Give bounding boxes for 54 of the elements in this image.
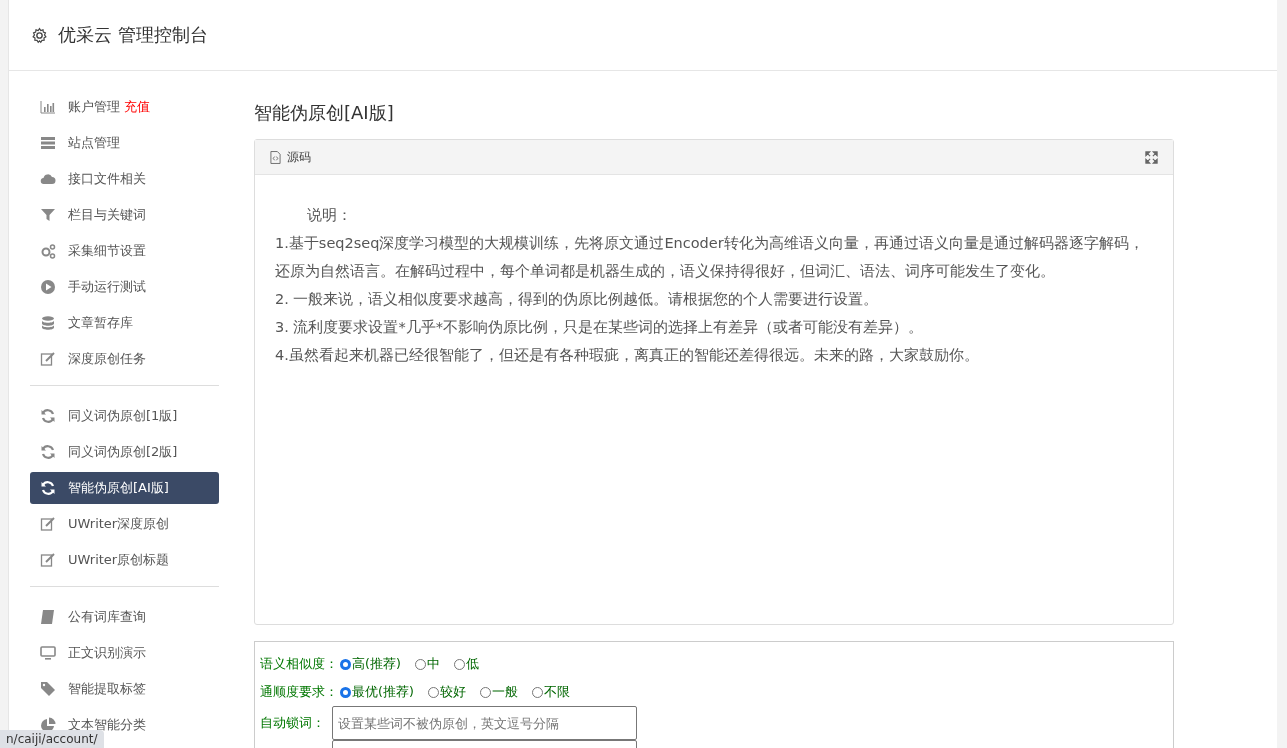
- server-icon: [40, 135, 56, 151]
- console-title: 优采云 管理控制台: [58, 23, 208, 47]
- monitor-icon: [40, 645, 56, 661]
- sidebar-item[interactable]: 采集细节设置: [30, 235, 219, 267]
- refresh-icon: [40, 480, 56, 496]
- radio-option[interactable]: 中: [414, 655, 440, 673]
- sidebar-item[interactable]: 正文识别演示: [30, 637, 219, 669]
- cloud-icon: [40, 171, 56, 187]
- edit-icon: [40, 516, 56, 532]
- option-label: 通顺度要求：: [260, 683, 338, 701]
- sidebar-item[interactable]: UWriter原创标题: [30, 544, 219, 576]
- filter-icon: [40, 207, 56, 223]
- bars-icon: [40, 99, 56, 115]
- code-file-icon: [270, 150, 281, 164]
- sidebar-item[interactable]: 文章暂存库: [30, 307, 219, 339]
- source-tab[interactable]: 源码: [270, 148, 311, 166]
- sidebar-item[interactable]: 公有词库查询: [30, 601, 219, 633]
- recharge-link[interactable]: 充值: [124, 98, 150, 116]
- status-url: n/caiji/account/: [0, 730, 104, 748]
- refresh-icon: [40, 444, 56, 460]
- settings-icon: [31, 26, 48, 44]
- sidebar-item[interactable]: 接口文件相关: [30, 163, 219, 195]
- editor-text-line: 2. 一般来说，语义相似度要求越高，得到的伪原比例越低。请根据您的个人需要进行设置。: [275, 290, 880, 309]
- page-title: 智能伪原创[AI版]: [254, 101, 395, 125]
- sidebar-item[interactable]: 账户管理 充值: [30, 91, 219, 123]
- sidebar-item[interactable]: 栏目与关键词: [30, 199, 219, 231]
- sidebar-item[interactable]: 智能伪原创[AI版]: [30, 472, 219, 504]
- sidebar-item[interactable]: 同义词伪原创[2版]: [30, 436, 219, 468]
- play-icon: [40, 279, 56, 295]
- edit-icon: [40, 351, 56, 367]
- editor-text-line: 说明：: [306, 206, 353, 225]
- refresh-icon: [40, 408, 56, 424]
- radio-option[interactable]: 低: [453, 655, 479, 673]
- expand-icon[interactable]: [1145, 150, 1158, 164]
- sidebar-item[interactable]: UWriter深度原创: [30, 508, 219, 540]
- radio-option[interactable]: 较好: [427, 683, 466, 701]
- sidebar-item[interactable]: 站点管理: [30, 127, 219, 159]
- edit-icon: [40, 552, 56, 568]
- field-label: 自动锁词：: [260, 714, 326, 732]
- sidebar-item[interactable]: 同义词伪原创[1版]: [30, 400, 219, 432]
- radio-option[interactable]: 不限: [531, 683, 570, 701]
- radio-option[interactable]: 一般: [479, 683, 518, 701]
- option-label: 语义相似度：: [260, 655, 338, 673]
- sidebar-item[interactable]: 智能提取标签: [30, 673, 219, 705]
- lock-words-field[interactable]: 设置某些词不被伪原创，英文逗号分隔: [332, 706, 637, 740]
- editor-text-line: 1.基于seq2seq深度学习模型的大规模训练，先将原文通过Encoder转化为高维语义向量，再通过语义向量是通过解码器逐字解码，还原为自然语言。在解码过程中，每个单词都是机器生成的，语义保持得很好，但词汇、语法、词序可能发生了变化。: [275, 234, 1145, 281]
- editor-text-line: 4.虽然看起来机器已经很智能了，但还是有各种瑕疵，离真正的智能还差得很远。未来的路，大家鼓励你。: [275, 346, 980, 365]
- sidebar-item[interactable]: 手动运行测试: [30, 271, 219, 303]
- radio-option[interactable]: 最优(推荐): [340, 683, 414, 701]
- sidebar-item[interactable]: 深度原创任务: [30, 343, 219, 375]
- radio-option[interactable]: 高(推荐): [340, 655, 401, 673]
- editor-text-line: 3. 流利度要求设置*几乎*不影响伪原比例，只是在某些词的选择上有差异（或者可能没有差异）。: [275, 318, 924, 337]
- db-icon: [40, 315, 56, 331]
- tag-icon: [40, 681, 56, 697]
